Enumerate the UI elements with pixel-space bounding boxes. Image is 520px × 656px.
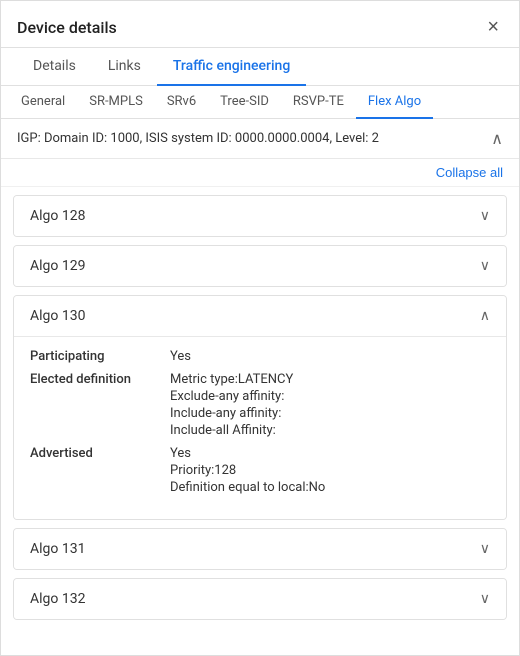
tab-general[interactable]: General xyxy=(9,86,77,119)
igp-chevron-up-icon[interactable]: ∧ xyxy=(491,129,503,148)
elected-value-3: Include-all Affinity: xyxy=(170,423,293,438)
advertised-row: Advertised Yes Priority:128 Definition e… xyxy=(30,446,490,495)
participating-value: Yes xyxy=(170,349,191,364)
algo-128-header[interactable]: Algo 128 ∨ xyxy=(14,196,506,236)
igp-header: IGP: Domain ID: 1000, ISIS system ID: 00… xyxy=(1,119,519,159)
elected-row: Elected definition Metric type:LATENCY E… xyxy=(30,372,490,438)
tab-tree-sid[interactable]: Tree-SID xyxy=(208,86,281,119)
algo-130-chevron-up-icon: ∧ xyxy=(480,308,490,324)
tab-srv6[interactable]: SRv6 xyxy=(155,86,208,119)
content-area: IGP: Domain ID: 1000, ISIS system ID: 00… xyxy=(1,119,519,655)
tab-sr-mpls[interactable]: SR-MPLS xyxy=(77,86,155,119)
algo-128-section: Algo 128 ∨ xyxy=(13,195,507,237)
advertised-value-0: Yes xyxy=(170,446,325,461)
participating-values: Yes xyxy=(170,349,191,364)
algo-131-chevron-down-icon: ∨ xyxy=(480,541,490,557)
collapse-all-bar: Collapse all xyxy=(1,159,519,187)
elected-value-1: Exclude-any affinity: xyxy=(170,389,293,404)
algo-131-header[interactable]: Algo 131 ∨ xyxy=(14,529,506,569)
elected-value-2: Include-any affinity: xyxy=(170,406,293,421)
igp-text: IGP: Domain ID: 1000, ISIS system ID: 00… xyxy=(17,131,379,146)
device-details-modal: Device details × Details Links Traffic e… xyxy=(0,0,520,656)
modal-header: Device details × xyxy=(1,1,519,48)
tab-details[interactable]: Details xyxy=(17,48,92,86)
elected-label: Elected definition xyxy=(30,372,170,387)
algo-130-title: Algo 130 xyxy=(30,308,85,324)
elected-values: Metric type:LATENCY Exclude-any affinity… xyxy=(170,372,293,438)
tab-flex-algo[interactable]: Flex Algo xyxy=(356,86,433,119)
modal-title: Device details xyxy=(17,18,117,37)
algo-129-title: Algo 129 xyxy=(30,258,85,274)
algo-132-section: Algo 132 ∨ xyxy=(13,578,507,620)
algo-131-section: Algo 131 ∨ xyxy=(13,528,507,570)
advertised-value-2: Definition equal to local:No xyxy=(170,480,325,495)
algo-128-chevron-down-icon: ∨ xyxy=(480,208,490,224)
tab-traffic-engineering[interactable]: Traffic engineering xyxy=(157,48,306,86)
algo-129-section: Algo 129 ∨ xyxy=(13,245,507,287)
algo-130-section: Algo 130 ∧ Participating Yes Elected def… xyxy=(13,295,507,520)
advertised-value-1: Priority:128 xyxy=(170,463,325,478)
collapse-all-button[interactable]: Collapse all xyxy=(436,165,503,180)
participating-label: Participating xyxy=(30,349,170,364)
algo-130-header[interactable]: Algo 130 ∧ xyxy=(14,296,506,336)
elected-value-0: Metric type:LATENCY xyxy=(170,372,293,387)
algo-129-chevron-down-icon: ∨ xyxy=(480,258,490,274)
algo-132-title: Algo 132 xyxy=(30,591,85,607)
algo-128-title: Algo 128 xyxy=(30,208,85,224)
primary-tabs: Details Links Traffic engineering xyxy=(1,48,519,86)
tab-links[interactable]: Links xyxy=(92,48,157,86)
algo-132-header[interactable]: Algo 132 ∨ xyxy=(14,579,506,619)
advertised-label: Advertised xyxy=(30,446,170,461)
close-button[interactable]: × xyxy=(483,15,503,39)
tab-rsvp-te[interactable]: RSVP-TE xyxy=(281,86,356,119)
algo-132-chevron-down-icon: ∨ xyxy=(480,591,490,607)
algo-131-title: Algo 131 xyxy=(30,541,85,557)
algo-130-body: Participating Yes Elected definition Met… xyxy=(14,336,506,519)
secondary-tabs: General SR-MPLS SRv6 Tree-SID RSVP-TE Fl… xyxy=(1,86,519,119)
algo-129-header[interactable]: Algo 129 ∨ xyxy=(14,246,506,286)
advertised-values: Yes Priority:128 Definition equal to loc… xyxy=(170,446,325,495)
participating-row: Participating Yes xyxy=(30,349,490,364)
